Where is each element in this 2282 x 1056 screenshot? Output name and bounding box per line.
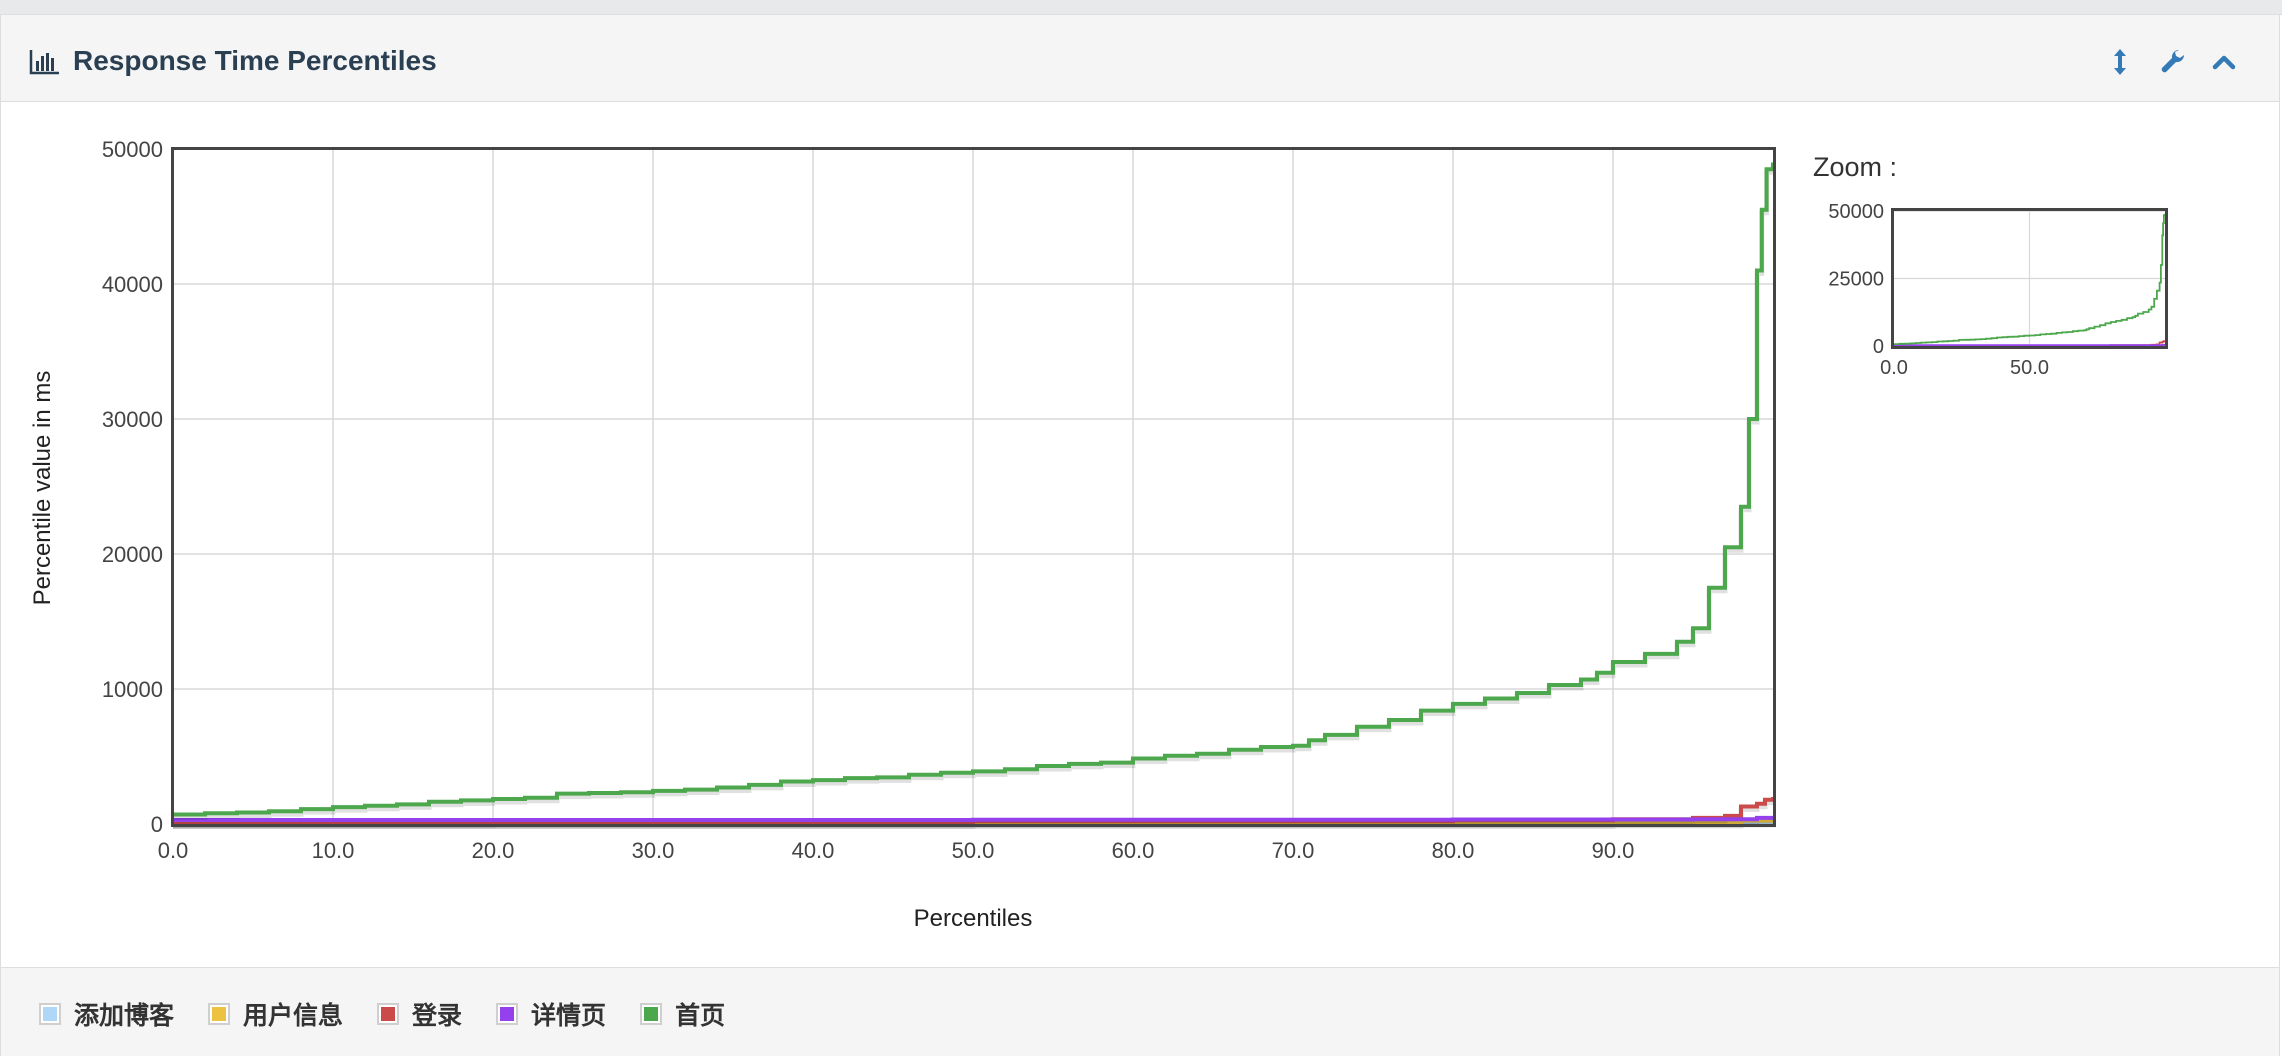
- bar-chart-icon: [29, 50, 59, 75]
- chevron-up-icon[interactable]: [2207, 45, 2241, 79]
- y-tick-label: 10000: [102, 677, 163, 702]
- zoom-tick-labels: 0.0 50.0 0 25000 50000: [1828, 202, 2049, 379]
- zoom-x-tick-label: 50.0: [2010, 357, 2049, 379]
- y-axis-label: Percentile value in ms: [29, 371, 56, 606]
- y-tick-label: 50000: [102, 137, 163, 162]
- chart-grid: [173, 148, 1773, 824]
- top-strip: [0, 0, 2282, 15]
- legend-label: 登录: [412, 1002, 463, 1030]
- y-tick-label: 20000: [102, 542, 163, 567]
- legend-label: 详情页: [531, 1002, 607, 1030]
- x-tick-label: 80.0: [1432, 838, 1475, 863]
- percentiles-chart[interactable]: 0.0 10.0 20.0 30.0 40.0 50.0 60.0 70.0 80.0 90.0 0…: [1, 102, 1801, 967]
- legend-label: 用户信息: [243, 1002, 344, 1030]
- x-tick-label: 0.0: [158, 838, 189, 863]
- resize-vertical-icon[interactable]: [2103, 45, 2137, 79]
- panel-footer: 添加博客 用户信息 登录 详情页 首页: [1, 967, 2279, 1056]
- legend-label: 首页: [675, 1002, 726, 1030]
- zoom-series-line: [1894, 343, 2166, 347]
- legend-swatch: [377, 1003, 400, 1025]
- legend-swatch: [208, 1003, 231, 1025]
- x-axis-label: Percentiles: [914, 905, 1033, 932]
- x-tick-label: 90.0: [1592, 838, 1635, 863]
- panel-title: Response Time Percentiles: [73, 45, 437, 76]
- wrench-icon[interactable]: [2155, 45, 2189, 79]
- tick-labels: 0.0 10.0 20.0 30.0 40.0 50.0 60.0 70.0 80.0 90.0 0…: [102, 137, 1635, 863]
- legend-swatch: [39, 1003, 61, 1025]
- legend-label: 添加博客: [74, 1002, 175, 1030]
- zoom-x-tick-label: 0.0: [1880, 357, 1908, 379]
- y-tick-label: 30000: [102, 407, 163, 432]
- zoom-y-tick-label: 0: [1873, 336, 1884, 358]
- x-tick-label: 40.0: [792, 838, 835, 863]
- zoom-grid: [1894, 210, 2165, 346]
- zoom-label: Zoom :: [1813, 152, 1898, 182]
- zoom-y-tick-label: 25000: [1828, 269, 1884, 291]
- legend-swatch: [496, 1003, 519, 1025]
- x-tick-label: 20.0: [472, 838, 515, 863]
- x-tick-label: 30.0: [632, 838, 675, 863]
- chart-legend: 添加博客 用户信息 登录 详情页 首页: [39, 996, 759, 1032]
- response-time-percentiles-panel: Response Time Percentiles 0.0 10.0 20.0 30.…: [0, 14, 2280, 1056]
- legend-swatch: [640, 1003, 663, 1025]
- zoom-y-tick-label: 50000: [1828, 202, 1884, 223]
- zoom-overview-chart[interactable]: 0.0 50.0 0 25000 50000: [1801, 202, 2181, 387]
- legend-item[interactable]: 登录: [377, 996, 462, 1032]
- legend-item[interactable]: 添加博客: [39, 996, 174, 1032]
- panel-heading: Response Time Percentiles: [1, 15, 2279, 102]
- legend-item[interactable]: 详情页: [496, 996, 606, 1032]
- legend-item[interactable]: 首页: [640, 996, 725, 1032]
- y-tick-label: 40000: [102, 272, 163, 297]
- panel-body: 0.0 10.0 20.0 30.0 40.0 50.0 60.0 70.0 80.0 90.0 0…: [1, 102, 2279, 967]
- x-tick-label: 60.0: [1112, 838, 1155, 863]
- legend-item[interactable]: 用户信息: [208, 996, 343, 1032]
- x-tick-label: 50.0: [952, 838, 995, 863]
- x-tick-label: 10.0: [312, 838, 355, 863]
- x-tick-label: 70.0: [1272, 838, 1315, 863]
- y-tick-label: 0: [151, 812, 163, 837]
